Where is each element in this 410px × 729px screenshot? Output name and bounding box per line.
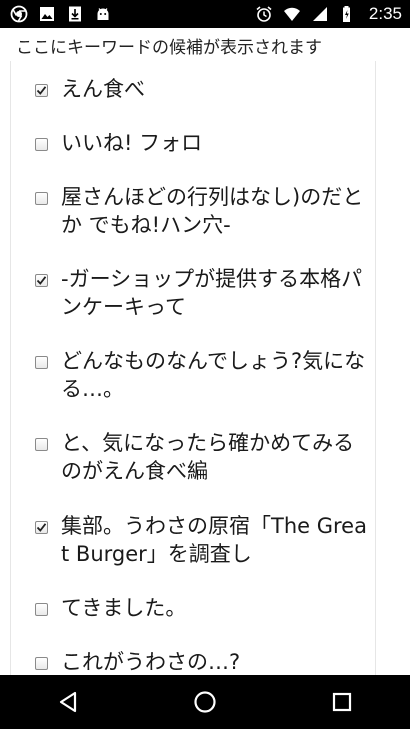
keyword-list: えん食べ いいね! フォロ 屋さんほどの行列はなし)のだとか でもね!ハン穴- … <box>10 61 376 675</box>
image-icon <box>38 5 56 23</box>
item-checkbox[interactable] <box>35 603 48 616</box>
item-label: 屋さんほどの行列はなし)のだとか でもね!ハン穴- <box>61 185 364 237</box>
item-checkbox[interactable] <box>35 438 48 451</box>
navigation-bar <box>0 675 410 729</box>
item-checkbox[interactable] <box>35 274 48 287</box>
recents-button[interactable] <box>312 675 372 729</box>
item-label: これがうわさの…? <box>61 650 241 674</box>
back-icon <box>60 691 77 713</box>
alarm-icon <box>255 5 273 23</box>
item-label: と、気になったら確かめてみるのがえん食べ編 <box>61 431 355 483</box>
item-label: -ガーショップが提供する本格パンケーキって <box>61 267 363 319</box>
status-notifications <box>10 5 112 23</box>
home-button[interactable] <box>175 675 235 729</box>
webview-content[interactable]: ここにキーワードの候補が表示されます えん食べ いいね! フォロ 屋さんほどの行… <box>0 28 410 675</box>
status-system: 2:35 <box>255 4 402 24</box>
status-bar: 2:35 <box>0 0 410 28</box>
item-checkbox[interactable] <box>35 356 48 369</box>
suggestion-hint: ここにキーワードの候補が表示されます <box>16 38 322 58</box>
chrome-icon <box>10 5 28 23</box>
status-time: 2:35 <box>368 4 402 23</box>
download-icon <box>66 5 84 23</box>
home-icon <box>194 691 216 713</box>
signal-icon <box>311 5 329 23</box>
item-checkbox[interactable] <box>35 657 48 670</box>
item-label: てきました。 <box>61 596 187 620</box>
item-checkbox[interactable] <box>35 84 48 97</box>
item-label: えん食べ <box>61 77 145 101</box>
back-button[interactable] <box>38 675 98 729</box>
item-checkbox[interactable] <box>35 192 48 205</box>
item-checkbox[interactable] <box>35 138 48 151</box>
item-label: 集部。うわさの原宿「The Great Burger」を調査し <box>61 514 367 566</box>
android-icon <box>94 5 112 23</box>
recents-icon <box>332 692 351 712</box>
item-checkbox[interactable] <box>35 521 48 534</box>
battery-icon <box>339 5 357 23</box>
item-label: どんなものなんでしょう?気になる…。 <box>61 349 366 401</box>
item-label: いいね! フォロ <box>61 131 203 155</box>
wifi-icon <box>283 5 301 23</box>
